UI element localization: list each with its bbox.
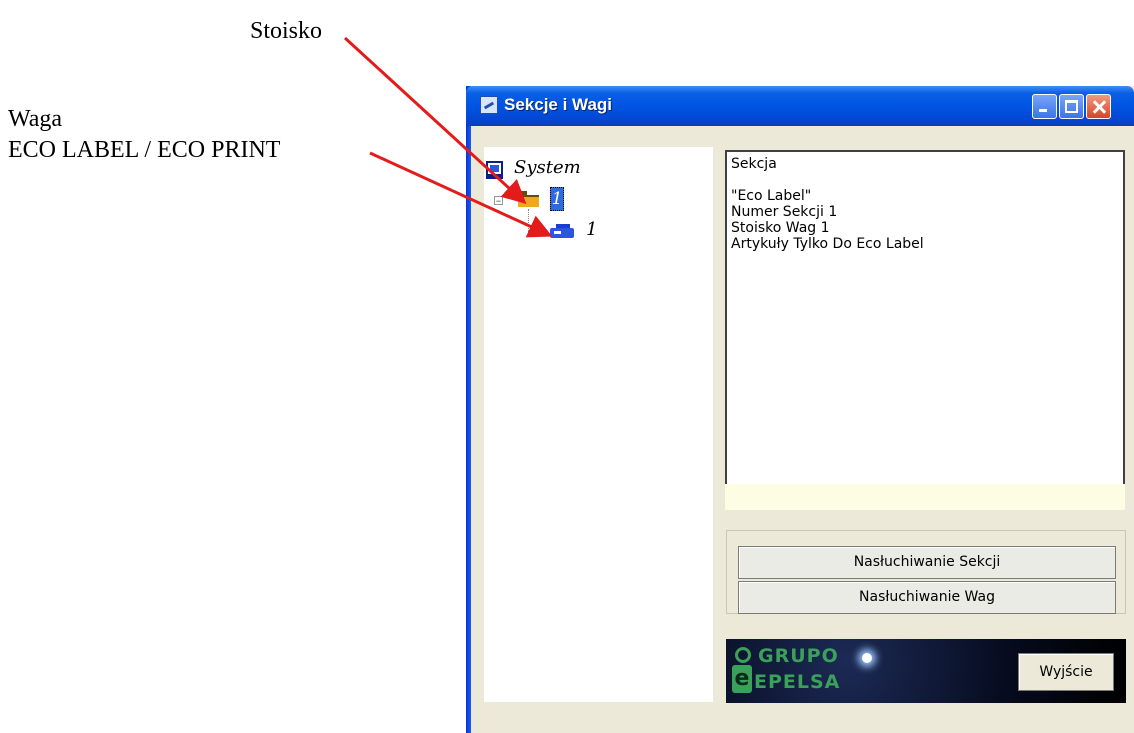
listen-sections-button[interactable]: Nasłuchiwanie Sekcji (738, 546, 1116, 579)
maximize-button[interactable] (1059, 94, 1084, 119)
section-info-panel: Sekcja "Eco Label" Numer Sekcji 1 Stoisk… (725, 150, 1125, 486)
info-line (731, 172, 1119, 188)
info-line: Numer Sekcji 1 (731, 204, 838, 220)
computer-icon (486, 161, 503, 179)
tree-connector (528, 209, 529, 231)
sections-window: Sekcje i Wagi System − 1 1 Sekcja "Eco L… (466, 86, 1134, 733)
exit-button[interactable]: Wyjście (1018, 653, 1114, 691)
listen-scales-button[interactable]: Nasłuchiwanie Wag (738, 581, 1116, 614)
info-line: Stoisko Wag 1 (731, 220, 830, 236)
logo-text-epelsa: EPELSA (754, 671, 841, 693)
annotation-waga: Waga (8, 106, 63, 132)
logo-text-grupo: GRUPO (758, 645, 839, 667)
minimize-button[interactable] (1032, 94, 1057, 119)
tree-node-system[interactable]: System (514, 157, 581, 178)
annotation-eco-label: ECO LABEL / ECO PRINT (8, 137, 281, 163)
scale-icon (550, 224, 574, 238)
annotation-stoisko: Stoisko (250, 18, 323, 44)
window-title: Sekcje i Wagi (504, 95, 613, 114)
logo-mark: e (732, 665, 752, 693)
app-icon (480, 96, 498, 114)
tree-node-scale[interactable]: 1 (586, 219, 597, 240)
section-tree[interactable]: System − 1 1 (484, 147, 713, 702)
title-bar[interactable]: Sekcje i Wagi (466, 86, 1134, 126)
info-line: Artykuły Tylko Do Eco Label (731, 236, 924, 252)
info-line: Sekcja (731, 156, 777, 172)
tree-node-section[interactable]: 1 (550, 187, 564, 211)
window-border (466, 86, 471, 733)
info-line: "Eco Label" (731, 188, 812, 204)
close-button[interactable] (1086, 94, 1111, 119)
booth-folder-icon (518, 191, 539, 207)
tree-connector (528, 231, 546, 232)
status-field (725, 484, 1125, 510)
sparkle-icon (862, 653, 872, 663)
collapse-toggle[interactable]: − (494, 196, 503, 206)
logo-ring (735, 647, 751, 663)
